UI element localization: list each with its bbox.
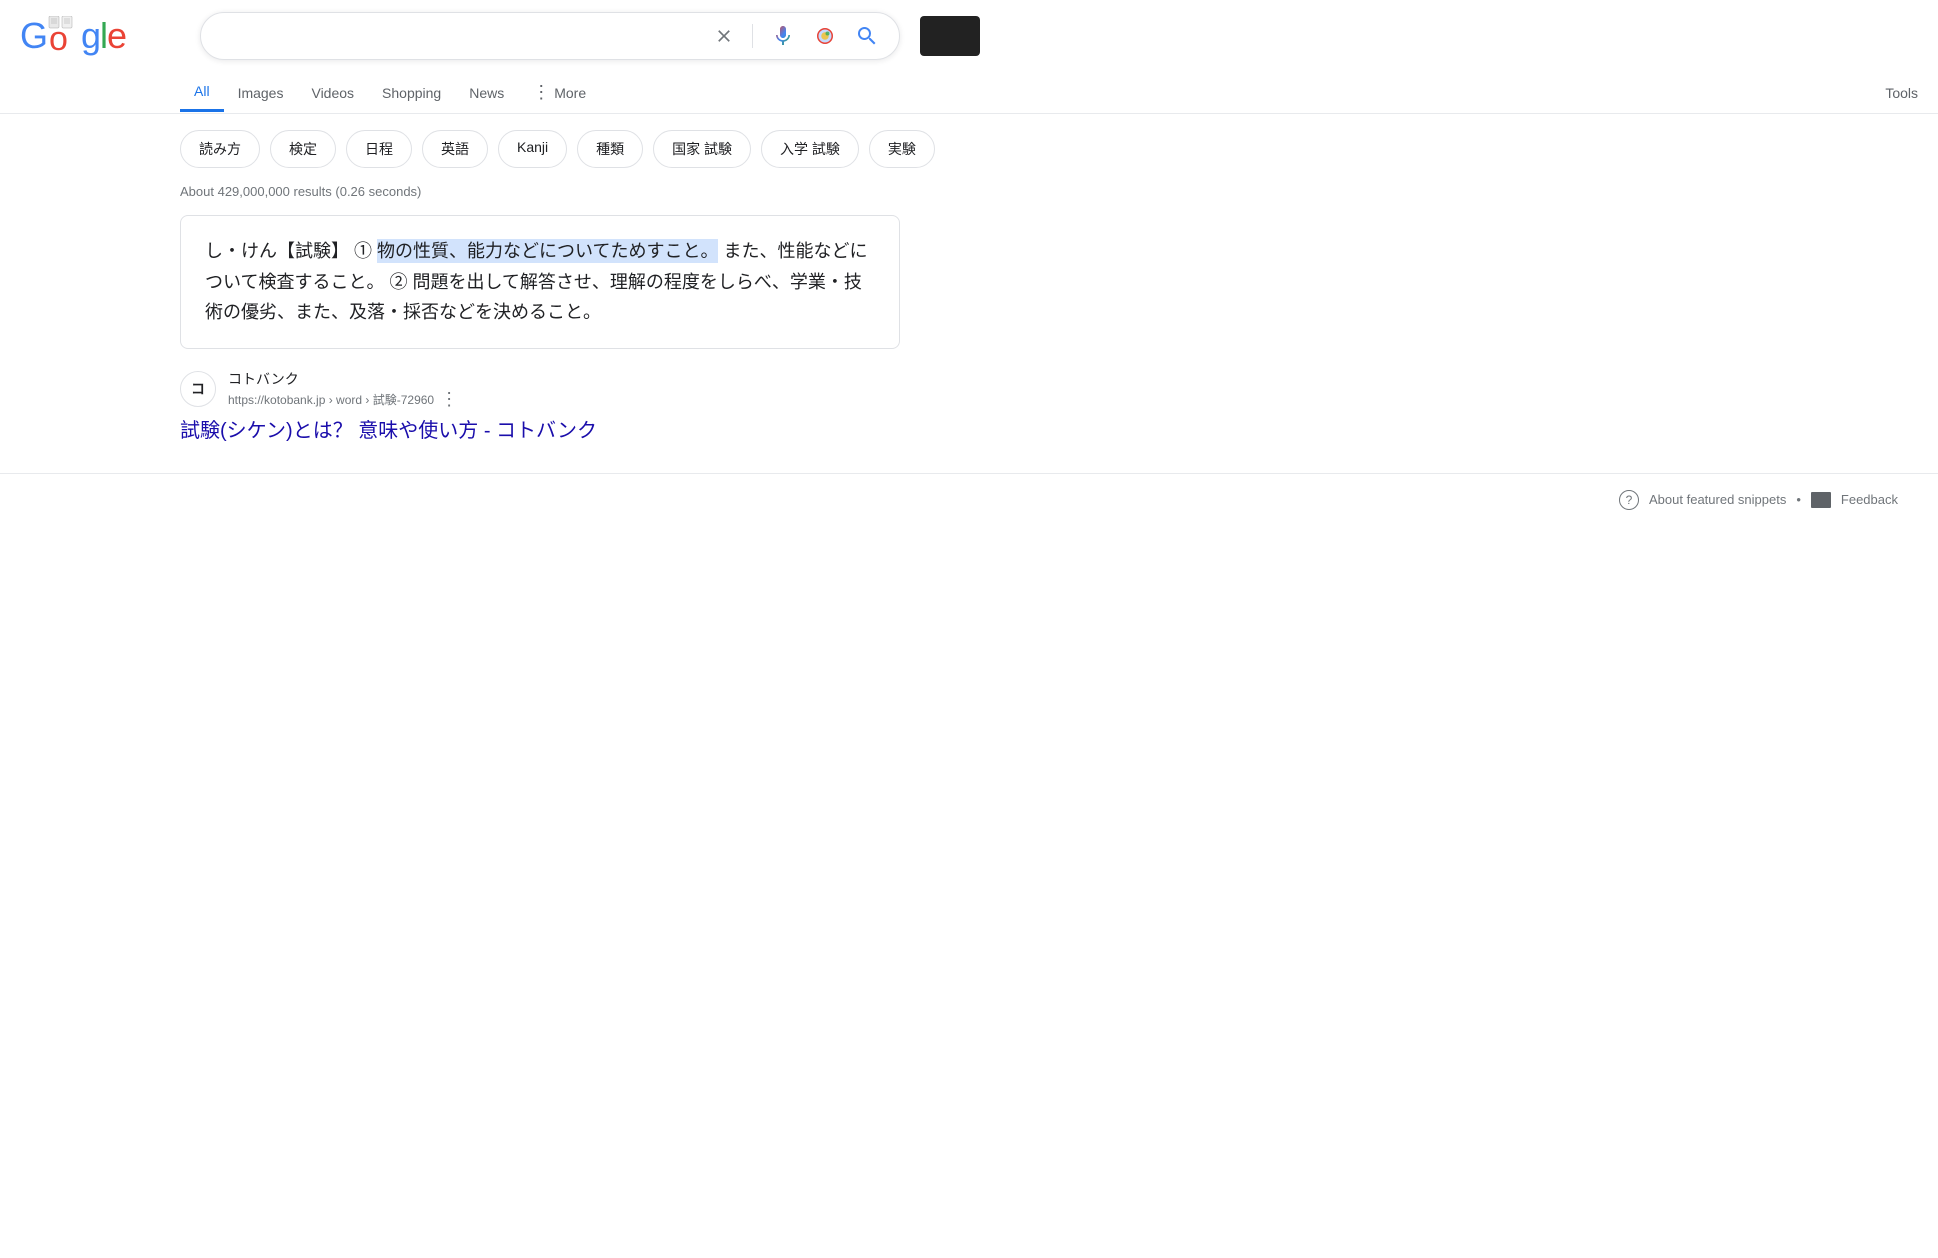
search-icon (855, 24, 879, 48)
nav-tabs: All Images Videos Shopping News ⋮ More T… (0, 64, 1938, 114)
logo-letter-g: G (20, 15, 47, 57)
chip-jikken[interactable]: 実験 (869, 130, 935, 168)
tab-shopping[interactable]: Shopping (368, 75, 455, 111)
google-logo: G o g l e (20, 15, 126, 57)
tab-tools[interactable]: Tools (1871, 75, 1938, 111)
logo-area: G o g l e (20, 15, 180, 57)
source-url-row: https://kotobank.jp › word › 試験-72960 ⋮ (228, 389, 458, 410)
snippet-text: し・けん【試験】 ① 物の性質、能力などについてためすこと。 また、性能などにつ… (205, 236, 875, 328)
source-row: コ コトバンク https://kotobank.jp › word › 試験-… (180, 369, 900, 410)
source-url: https://kotobank.jp › word › 試験-72960 (228, 391, 434, 408)
search-input[interactable]: 試験 (217, 26, 700, 47)
more-dots-icon: ⋮ (532, 82, 550, 103)
clear-button[interactable] (710, 22, 738, 50)
voice-search-button[interactable] (767, 20, 799, 52)
logo-letter-l: l (100, 15, 107, 57)
tab-images[interactable]: Images (224, 75, 298, 111)
header: G o g l e 試験 (0, 0, 1938, 60)
close-icon (714, 26, 734, 46)
logo-o-doodle: o (47, 16, 81, 56)
feedback-label[interactable]: Feedback (1841, 492, 1898, 507)
results-area: About 429,000,000 results (0.26 seconds)… (0, 184, 900, 443)
chip-eigo[interactable]: 英語 (422, 130, 488, 168)
chip-kokka[interactable]: 国家 試験 (653, 130, 751, 168)
chips-container: 読み方 検定 日程 英語 Kanji 種類 国家 試験 入学 試験 実験 (0, 114, 1938, 184)
tab-more[interactable]: ⋮ More (518, 72, 600, 113)
source-logo: コ (180, 371, 216, 407)
source-name: コトバンク (228, 369, 458, 389)
lens-button[interactable] (809, 20, 841, 52)
results-count: About 429,000,000 results (0.26 seconds) (180, 184, 900, 199)
lens-icon (813, 24, 837, 48)
featured-snippet: し・けん【試験】 ① 物の性質、能力などについてためすこと。 また、性能などにつ… (180, 215, 900, 349)
snippet-text-before: し・けん【試験】 ① (205, 241, 377, 261)
search-bar[interactable]: 試験 (200, 12, 900, 60)
tab-videos[interactable]: Videos (297, 75, 368, 111)
source-menu-icon[interactable]: ⋮ (440, 389, 458, 410)
mic-icon (771, 24, 795, 48)
source-info: コトバンク https://kotobank.jp › word › 試験-72… (228, 369, 458, 410)
logo-letter-e: e (107, 15, 126, 57)
chip-kentei[interactable]: 検定 (270, 130, 336, 168)
chip-nittei[interactable]: 日程 (346, 130, 412, 168)
tab-all[interactable]: All (180, 73, 224, 112)
snippet-text-highlight: 物の性質、能力などについてためすこと。 (377, 239, 718, 263)
footer-dot: • (1796, 492, 1801, 507)
search-divider (752, 24, 753, 48)
chip-nyugaku[interactable]: 入学 試験 (761, 130, 859, 168)
chip-kanji[interactable]: Kanji (498, 130, 567, 168)
logo-doodle: o (47, 16, 81, 56)
logo-letter-g2: g (81, 15, 100, 57)
about-snippets-label[interactable]: About featured snippets (1649, 492, 1786, 507)
result-title-link[interactable]: 試験(シケン)とは？ 意味や使い方 - コトバンク (180, 414, 900, 443)
feedback-icon (1811, 492, 1831, 508)
chip-shurui[interactable]: 種類 (577, 130, 643, 168)
help-icon[interactable]: ? (1619, 490, 1639, 510)
chip-yomikata[interactable]: 読み方 (180, 130, 260, 168)
search-button[interactable] (851, 20, 883, 52)
footer-snippets: ? About featured snippets • Feedback (0, 473, 1938, 526)
profile-image (920, 16, 980, 56)
tab-news[interactable]: News (455, 75, 518, 111)
